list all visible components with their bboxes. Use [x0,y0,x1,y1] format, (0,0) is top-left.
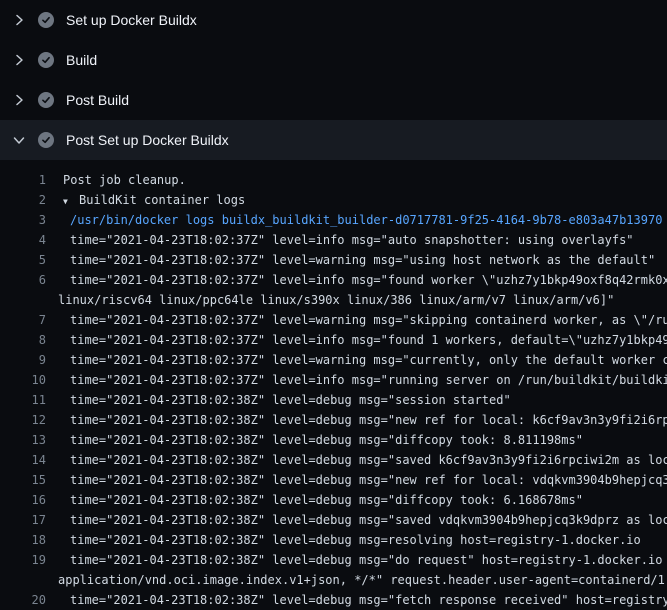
log-line-number[interactable]: 3 [0,210,46,230]
log-line-text: time="2021-04-23T18:02:37Z" level=info m… [46,330,667,350]
log-line-text: time="2021-04-23T18:02:38Z" level=debug … [46,530,641,550]
log-line-text: time="2021-04-23T18:02:37Z" level=warnin… [46,250,655,270]
log-line-text: time="2021-04-23T18:02:38Z" level=debug … [46,430,583,450]
log-line-number[interactable]: 4 [0,230,46,250]
log-line-text: time="2021-04-23T18:02:37Z" level=info m… [46,230,634,250]
log-line: 7 time="2021-04-23T18:02:37Z" level=warn… [0,310,667,330]
log-line-number[interactable]: 17 [0,510,46,530]
log-line-text: time="2021-04-23T18:02:38Z" level=debug … [46,490,583,510]
log-line-number[interactable]: 16 [0,490,46,510]
log-line-number[interactable]: 11 [0,390,46,410]
log-line-number[interactable]: 7 [0,310,46,330]
workflow-log-panel: Set up Docker Buildx Build P [0,0,667,600]
log-line-number[interactable]: 14 [0,450,46,470]
log-line-number[interactable]: 5 [0,250,46,270]
chevron-down-icon[interactable] [10,132,28,148]
log-line-text: time="2021-04-23T18:02:38Z" level=debug … [46,590,667,610]
log-line-text: Post job cleanup. [46,170,186,190]
step-title: Post Set up Docker Buildx [66,130,229,150]
log-line: 16 time="2021-04-23T18:02:38Z" level=deb… [0,490,667,510]
log-line-text: time="2021-04-23T18:02:37Z" level=info m… [46,270,667,290]
log-line: linux/riscv64 linux/ppc64le linux/s390x … [0,290,667,310]
log-line-number[interactable]: 12 [0,410,46,430]
log-line-text: time="2021-04-23T18:02:38Z" level=debug … [46,510,667,530]
steps-list: Set up Docker Buildx Build P [0,0,667,160]
step-title: Set up Docker Buildx [66,10,197,30]
check-circle-icon [38,52,54,68]
log-line-text: time="2021-04-23T18:02:38Z" level=debug … [46,390,511,410]
log-line: 3 /usr/bin/docker logs buildx_buildkit_b… [0,210,667,230]
log-line-number[interactable]: 10 [0,370,46,390]
log-line: 11 time="2021-04-23T18:02:38Z" level=deb… [0,390,667,410]
log-line-text: time="2021-04-23T18:02:37Z" level=info m… [46,370,667,390]
log-line: 18 time="2021-04-23T18:02:38Z" level=deb… [0,530,667,550]
step-header[interactable]: Build [0,40,667,80]
log-line-text: time="2021-04-23T18:02:37Z" level=warnin… [46,310,667,330]
step-header[interactable]: Set up Docker Buildx [0,0,667,40]
log-line-text: time="2021-04-23T18:02:38Z" level=debug … [46,470,667,490]
log-line: 10 time="2021-04-23T18:02:37Z" level=inf… [0,370,667,390]
log-line: 9 time="2021-04-23T18:02:37Z" level=warn… [0,350,667,370]
log-line: 5 time="2021-04-23T18:02:37Z" level=warn… [0,250,667,270]
step-header[interactable]: Post Set up Docker Buildx [0,120,667,160]
step-header[interactable]: Post Build [0,80,667,120]
log-line-text: application/vnd.oci.image.index.v1+json,… [46,570,667,590]
chevron-right-icon[interactable] [10,52,28,68]
log-line: 17 time="2021-04-23T18:02:38Z" level=deb… [0,510,667,530]
log-line: 14 time="2021-04-23T18:02:38Z" level=deb… [0,450,667,470]
step-title: Build [66,50,97,70]
group-toggle-icon[interactable]: ▼ [63,192,79,210]
check-circle-icon [38,12,54,28]
check-circle-icon [38,92,54,108]
log-line: 6 time="2021-04-23T18:02:37Z" level=info… [0,270,667,290]
chevron-right-icon[interactable] [10,92,28,108]
log-line: 1 Post job cleanup. [0,170,667,190]
check-circle-icon [38,132,54,148]
log-line-number[interactable]: 13 [0,430,46,450]
log-line: 2 ▼BuildKit container logs [0,190,667,210]
group-title[interactable]: BuildKit container logs [79,193,245,207]
log-line-number[interactable]: 15 [0,470,46,490]
log-line-number[interactable] [0,570,46,590]
log-line: 8 time="2021-04-23T18:02:37Z" level=info… [0,330,667,350]
step-title: Post Build [66,90,129,110]
log-line: application/vnd.oci.image.index.v1+json,… [0,570,667,590]
log-line-text: time="2021-04-23T18:02:38Z" level=debug … [46,410,667,430]
log-line-number[interactable]: 20 [0,590,46,610]
log-line-number[interactable] [0,290,46,310]
log-viewer: 1 Post job cleanup. 2 ▼BuildKit containe… [0,160,667,610]
log-line-number[interactable]: 1 [0,170,46,190]
log-line-text: time="2021-04-23T18:02:37Z" level=warnin… [46,350,667,370]
log-line: 20 time="2021-04-23T18:02:38Z" level=deb… [0,590,667,610]
log-line-text: /usr/bin/docker logs buildx_buildkit_bui… [46,210,662,230]
log-line-text: ▼BuildKit container logs [46,190,245,210]
log-line-text: time="2021-04-23T18:02:38Z" level=debug … [46,550,667,570]
log-line: 19 time="2021-04-23T18:02:38Z" level=deb… [0,550,667,570]
log-line: 13 time="2021-04-23T18:02:38Z" level=deb… [0,430,667,450]
log-line: 4 time="2021-04-23T18:02:37Z" level=info… [0,230,667,250]
log-line-number[interactable]: 18 [0,530,46,550]
log-line-text: linux/riscv64 linux/ppc64le linux/s390x … [46,290,614,310]
log-line-text: time="2021-04-23T18:02:38Z" level=debug … [46,450,667,470]
log-line: 12 time="2021-04-23T18:02:38Z" level=deb… [0,410,667,430]
log-line-number[interactable]: 6 [0,270,46,290]
log-line-number[interactable]: 19 [0,550,46,570]
log-line-number[interactable]: 2 [0,190,46,210]
chevron-right-icon[interactable] [10,12,28,28]
log-line-number[interactable]: 9 [0,350,46,370]
log-line-number[interactable]: 8 [0,330,46,350]
log-line: 15 time="2021-04-23T18:02:38Z" level=deb… [0,470,667,490]
